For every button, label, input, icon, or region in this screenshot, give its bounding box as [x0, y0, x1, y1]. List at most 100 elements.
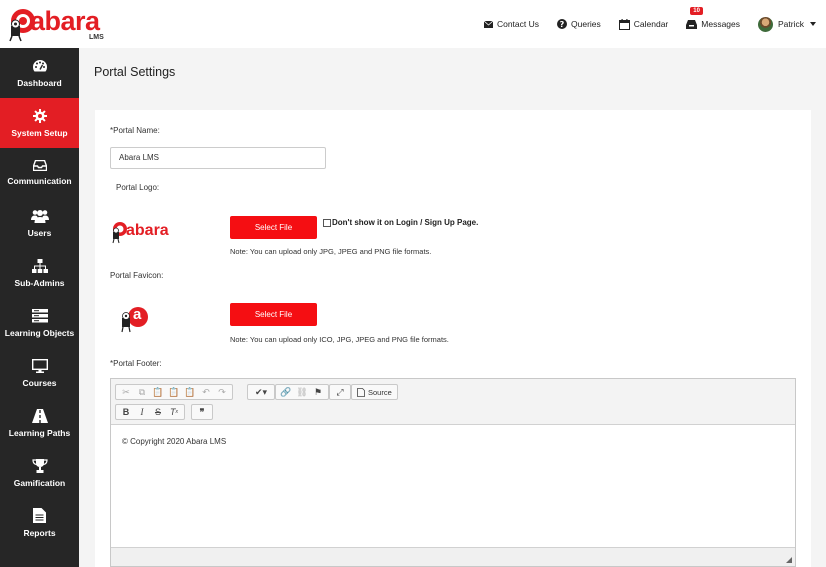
clipboard-group: ✂ ⧉ 📋 📋 📋 ↶ ↷ [115, 384, 233, 400]
dont-show-checkbox-row[interactable]: Don't show it on Login / Sign Up Page. [323, 218, 478, 227]
sidebar-item-label: Communication [7, 176, 72, 186]
dont-show-checkbox[interactable] [323, 218, 331, 227]
undo-icon[interactable]: ↶ [198, 385, 214, 399]
sitemap-icon [31, 258, 48, 273]
portal-favicon-label: Portal Favicon: [110, 271, 164, 280]
favicon-preview-letter: a [133, 306, 142, 323]
user-name: Patrick [778, 19, 804, 29]
sidebar: Dashboard System Setup Communication Use… [0, 48, 79, 567]
link-icon[interactable]: 🔗 [278, 385, 294, 399]
blockquote-group: ❞ [191, 404, 213, 420]
format-group: B I S Tx [115, 404, 185, 420]
dashboard-icon [32, 59, 47, 71]
logo-note: Note: You can upload only JPG, JPEG and … [230, 247, 432, 256]
road-icon [31, 408, 48, 423]
cut-icon[interactable]: ✂ [118, 385, 134, 399]
sidebar-item-label: Learning Paths [8, 427, 71, 438]
paste-icon[interactable]: 📋 [150, 385, 166, 399]
logo-word: abara [30, 6, 100, 36]
envelope-icon [483, 20, 493, 28]
sidebar-item-label: Sub-Admins [14, 277, 65, 288]
list-icon [31, 308, 48, 322]
portal-footer-label: *Portal Footer: [110, 359, 162, 368]
sidebar-item-label: Dashboard [17, 77, 62, 88]
portal-logo-preview: abara [111, 217, 171, 247]
user-menu[interactable]: Patrick [758, 16, 816, 32]
sidebar-item-learning-objects[interactable]: Learning Objects [0, 298, 79, 348]
chevron-down-icon [810, 22, 816, 26]
logo-mascot-icon [112, 222, 127, 244]
sidebar-item-label: Learning Objects [4, 327, 75, 338]
resize-handle-icon[interactable] [786, 557, 792, 563]
inbox-icon [686, 19, 698, 29]
app-logo[interactable]: abara LMS [4, 4, 114, 46]
header: abara LMS Contact Us ? Queries Calendar … [0, 0, 826, 48]
paste-word-icon[interactable]: 📋 [182, 385, 198, 399]
strikethrough-icon[interactable]: S [150, 405, 166, 419]
maximize-group: ⤢ [329, 384, 351, 400]
question-icon: ? [557, 19, 567, 29]
footer-editor: ✂ ⧉ 📋 📋 📋 ↶ ↷ ✔▾ 🔗 ⛓ ⚑ ⤢ Source B I S T … [110, 378, 796, 567]
contact-us-label: Contact Us [496, 19, 539, 29]
avatar [758, 16, 774, 32]
italic-icon[interactable]: I [134, 405, 150, 419]
maximize-icon[interactable]: ⤢ [332, 385, 348, 399]
sidebar-item-dashboard[interactable]: Dashboard [0, 48, 79, 98]
portal-name-label: *Portal Name: [110, 126, 160, 135]
copy-icon[interactable]: ⧉ [134, 385, 150, 399]
portal-logo-label: Portal Logo: [116, 183, 160, 192]
sidebar-item-label: Courses [22, 377, 57, 388]
monitor-icon [31, 358, 48, 373]
source-icon [357, 387, 365, 397]
logo-sub: LMS [89, 34, 104, 41]
paste-text-icon[interactable]: 📋 [166, 385, 182, 399]
trophy-icon [31, 458, 48, 473]
source-button[interactable]: Source [354, 388, 395, 397]
portal-settings-panel: *Portal Name: Abara LMS Portal Logo: aba… [95, 110, 811, 567]
spellcheck-group: ✔▾ [247, 384, 275, 400]
svg-text:?: ? [560, 20, 565, 29]
anchor-flag-icon[interactable]: ⚑ [310, 385, 326, 399]
top-nav: Contact Us ? Queries Calendar 10 Message… [483, 0, 826, 48]
sidebar-item-system-setup[interactable]: System Setup [0, 98, 79, 148]
sidebar-item-learning-paths[interactable]: Learning Paths [0, 398, 79, 448]
sidebar-item-label: Reports [23, 528, 56, 538]
sidebar-item-label: System Setup [11, 127, 68, 138]
sidebar-item-reports[interactable]: Reports [0, 498, 79, 548]
portal-name-input[interactable]: Abara LMS [110, 147, 326, 169]
unlink-icon[interactable]: ⛓ [294, 385, 310, 399]
sidebar-item-label: Gamification [13, 477, 66, 488]
spellcheck-icon[interactable]: ✔▾ [250, 385, 272, 399]
editor-statusbar [111, 547, 795, 566]
source-label: Source [368, 387, 392, 397]
messages-link[interactable]: 10 Messages [686, 7, 740, 29]
contact-us-link[interactable]: Contact Us [483, 19, 539, 29]
sidebar-item-label: Users [27, 227, 52, 238]
select-logo-button[interactable]: Select File [230, 216, 317, 239]
calendar-link[interactable]: Calendar [618, 18, 669, 30]
remove-format-icon[interactable]: Tx [166, 405, 182, 419]
users-icon [30, 209, 49, 223]
sidebar-item-sub-admins[interactable]: Sub-Admins [0, 248, 79, 298]
calendar-label: Calendar [633, 19, 669, 29]
source-group: Source [351, 384, 398, 400]
blockquote-icon[interactable]: ❞ [194, 405, 210, 419]
select-favicon-button[interactable]: Select File [230, 303, 317, 326]
gear-icon [32, 108, 47, 123]
dont-show-label: Don't show it on Login / Sign Up Page. [332, 218, 479, 227]
sidebar-item-gamification[interactable]: Gamification [0, 448, 79, 498]
bold-icon[interactable]: B [118, 405, 134, 419]
page-title: Portal Settings [94, 65, 176, 79]
calendar-icon [618, 18, 630, 30]
file-icon [33, 508, 46, 523]
link-group: 🔗 ⛓ ⚑ [275, 384, 329, 400]
sidebar-item-courses[interactable]: Courses [0, 348, 79, 398]
redo-icon[interactable]: ↷ [214, 385, 230, 399]
sidebar-item-communication[interactable]: Communication [0, 148, 79, 198]
queries-label: Queries [571, 19, 601, 29]
queries-link[interactable]: ? Queries [557, 19, 601, 29]
favicon-note: Note: You can upload only ICO, JPG, JPEG… [230, 335, 449, 344]
editor-content[interactable]: © Copyright 2020 Abara LMS [111, 425, 795, 548]
sidebar-item-users[interactable]: Users [0, 198, 79, 248]
logo-preview-word: abara [126, 222, 169, 239]
